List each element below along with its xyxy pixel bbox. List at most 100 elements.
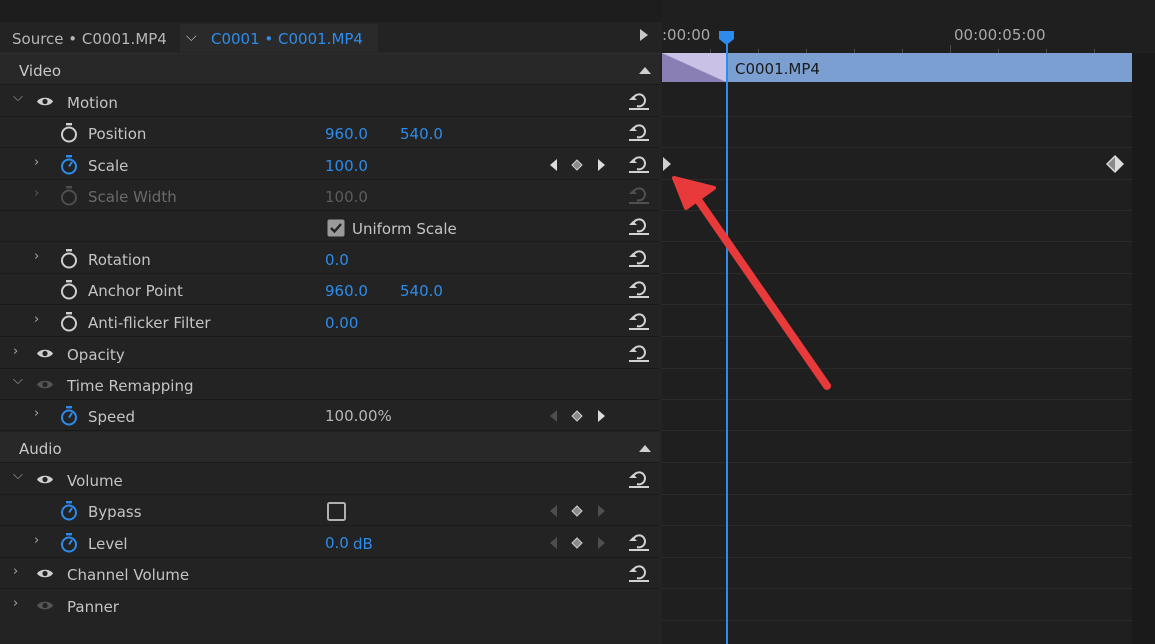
keyframe-lane[interactable] (662, 464, 1132, 495)
twirl-closed-icon[interactable]: › (34, 155, 39, 170)
clip-selector[interactable]: ⌵ C0001 • C0001.MP4 (180, 24, 378, 52)
play-icon[interactable] (640, 29, 648, 41)
clip-bar[interactable]: C0001.MP4 (662, 53, 1133, 82)
stopwatch-active-icon[interactable] (60, 155, 78, 175)
section-audio[interactable]: Audio (0, 432, 660, 463)
reset-icon[interactable] (628, 154, 650, 174)
param-rotation-label: Rotation (88, 251, 151, 269)
stopwatch-icon[interactable] (60, 249, 78, 269)
param-scale-width: › Scale Width 100.0 (0, 180, 660, 211)
eye-icon[interactable] (36, 474, 54, 485)
section-video[interactable]: Video (0, 54, 660, 85)
time-ruler[interactable]: :00:00 00:00:05:00 (662, 0, 1155, 53)
effect-time-remapping[interactable]: ⌵ Time Remapping (0, 369, 660, 400)
stopwatch-icon[interactable] (60, 312, 78, 332)
eye-icon[interactable] (36, 379, 54, 390)
scale-value[interactable]: 100.0 (325, 157, 368, 175)
keyframe-lane[interactable] (662, 117, 1132, 148)
eye-icon[interactable] (36, 568, 54, 579)
keyframe-lane[interactable] (662, 432, 1132, 463)
keyframe-navigator[interactable] (548, 158, 608, 172)
uniform-scale-label[interactable]: Uniform Scale (352, 220, 457, 238)
tab-source[interactable]: Source • C0001.MP4 (12, 30, 167, 48)
position-x-value[interactable]: 960.0 (325, 125, 368, 143)
twirl-closed-icon[interactable]: › (13, 564, 18, 579)
speed-value[interactable]: 100.00% (325, 407, 392, 425)
keyframe-lane[interactable] (662, 558, 1132, 589)
reset-icon[interactable] (628, 343, 650, 363)
timecode-5s: 00:00:05:00 (954, 26, 1046, 44)
level-value[interactable]: 0.0 (325, 534, 349, 552)
reset-icon[interactable] (628, 563, 650, 583)
param-bypass[interactable]: Bypass (0, 495, 660, 526)
reset-icon[interactable] (628, 122, 650, 142)
effect-panner[interactable]: › Panner (0, 590, 660, 621)
reset-icon[interactable] (628, 248, 650, 268)
stopwatch-active-icon[interactable] (60, 501, 78, 521)
eye-icon[interactable] (36, 348, 54, 359)
twirl-closed-icon[interactable]: › (13, 596, 18, 611)
stopwatch-active-icon[interactable] (60, 406, 78, 426)
twirl-open-icon[interactable]: ⌵ (13, 468, 23, 483)
twirl-open-icon[interactable]: ⌵ (13, 90, 23, 105)
effect-channel-volume[interactable]: › Channel Volume (0, 558, 660, 589)
keyframe-lane[interactable] (662, 590, 1132, 621)
reset-icon[interactable] (628, 311, 650, 331)
keyframe-lane[interactable] (662, 86, 1132, 117)
reset-icon[interactable] (628, 91, 650, 111)
rotation-value[interactable]: 0.0 (325, 251, 349, 269)
stopwatch-icon[interactable] (60, 123, 78, 143)
playhead-marker-icon[interactable] (719, 31, 734, 45)
keyframe-diamond-icon[interactable] (1106, 155, 1124, 173)
param-uniform-scale[interactable]: Uniform Scale (0, 211, 660, 242)
reset-icon[interactable] (628, 469, 650, 489)
reset-icon[interactable] (628, 532, 650, 552)
collapse-triangle-icon[interactable] (639, 67, 651, 74)
twirl-closed-icon[interactable]: › (13, 344, 18, 359)
effect-motion[interactable]: ⌵ Motion (0, 86, 660, 117)
param-rotation[interactable]: › Rotation 0.0 (0, 243, 660, 274)
param-speed[interactable]: › Speed 100.00% (0, 400, 660, 431)
effect-volume[interactable]: ⌵ Volume (0, 464, 660, 495)
twirl-closed-icon[interactable]: › (34, 533, 39, 548)
annotation-arrow-icon (672, 176, 831, 390)
eye-icon[interactable] (36, 96, 54, 107)
param-position[interactable]: Position 960.0 540.0 (0, 117, 660, 148)
bypass-checkbox[interactable] (327, 502, 346, 521)
param-anchor-point[interactable]: Anchor Point 960.0 540.0 (0, 274, 660, 305)
scale-width-value: 100.0 (325, 188, 368, 206)
reset-icon[interactable] (628, 216, 650, 236)
anti-flicker-value[interactable]: 0.00 (325, 314, 358, 332)
twirl-closed-icon[interactable]: › (34, 406, 39, 421)
keyframe-navigator[interactable] (548, 409, 608, 423)
effect-controls-panel: Source • C0001.MP4 ⌵ C0001 • C0001.MP4 V… (0, 0, 664, 644)
anchor-y-value[interactable]: 540.0 (400, 282, 443, 300)
twirl-closed-icon[interactable]: › (34, 312, 39, 327)
twirl-closed-icon: › (34, 186, 40, 201)
panel-top-bar (0, 0, 662, 22)
reset-icon[interactable] (628, 279, 650, 299)
twirl-open-icon[interactable]: ⌵ (13, 373, 23, 388)
chevron-down-icon[interactable]: ⌵ (186, 29, 197, 45)
effect-opacity[interactable]: › Opacity (0, 338, 660, 369)
param-level-label: Level (88, 535, 128, 553)
param-anti-flicker[interactable]: › Anti-flicker Filter 0.00 (0, 306, 660, 337)
clip-selector-label[interactable]: C0001 • C0001.MP4 (211, 30, 363, 48)
twirl-closed-icon[interactable]: › (34, 249, 39, 264)
eye-icon[interactable] (36, 600, 54, 611)
keyframe-navigator[interactable] (548, 536, 608, 550)
keyframe-navigator[interactable] (548, 504, 608, 518)
param-scale[interactable]: › Scale 100.0 (0, 149, 660, 180)
stopwatch-active-icon[interactable] (60, 533, 78, 553)
collapse-triangle-icon[interactable] (639, 445, 651, 452)
clip-transition-wedge (662, 53, 726, 82)
keyframe-lane[interactable] (662, 495, 1132, 526)
keyframe-lane[interactable] (662, 527, 1132, 558)
param-scale-label: Scale (88, 157, 129, 175)
effect-channel-volume-label: Channel Volume (67, 566, 190, 584)
stopwatch-icon[interactable] (60, 280, 78, 300)
anchor-x-value[interactable]: 960.0 (325, 282, 368, 300)
param-level[interactable]: › Level 0.0 dB (0, 527, 660, 558)
position-y-value[interactable]: 540.0 (400, 125, 443, 143)
uniform-scale-checkbox[interactable] (327, 219, 345, 237)
